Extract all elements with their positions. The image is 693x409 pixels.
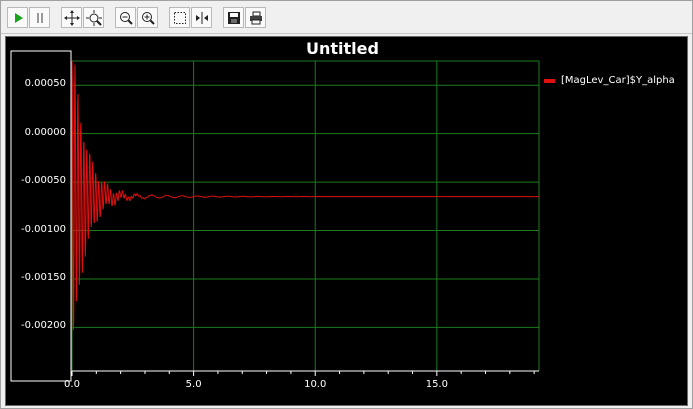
legend-label: [MagLev_Car]$Y_alpha	[561, 75, 675, 86]
select-region-button[interactable]	[169, 7, 190, 28]
save-icon	[227, 11, 240, 24]
zoom-out-button[interactable]	[115, 7, 136, 28]
y-tick-label: 0.00000	[24, 126, 66, 138]
pause-button[interactable]	[29, 7, 50, 28]
y-axis-box	[10, 50, 72, 382]
plot-area[interactable]: Untitled [MagLev_Car]$Y_alpha 0.00050 0.0…	[5, 36, 688, 406]
play-icon	[14, 12, 23, 23]
zoom-out-icon	[119, 11, 133, 25]
y-tick-label: -0.00200	[21, 320, 66, 332]
zoom-in-icon	[141, 11, 155, 25]
zoom-fit-button[interactable]	[83, 7, 104, 28]
x-tick-label: 5.0	[185, 379, 202, 390]
select-region-icon	[173, 11, 186, 24]
print-icon	[249, 11, 262, 24]
series-line	[71, 60, 539, 331]
legend: [MagLev_Car]$Y_alpha	[544, 75, 675, 86]
play-button[interactable]	[7, 7, 28, 28]
save-button[interactable]	[223, 7, 244, 28]
fit-horizontal-icon	[195, 11, 208, 24]
toolbar	[1, 1, 692, 34]
fit-horizontal-button[interactable]	[191, 7, 212, 28]
x-tick-label: 10.0	[304, 379, 327, 390]
x-tick-label: 0.0	[64, 379, 80, 390]
plot-window: Untitled [MagLev_Car]$Y_alpha 0.00050 0.0…	[0, 0, 693, 409]
print-button[interactable]	[245, 7, 266, 28]
x-tick-label: 15.0	[425, 379, 448, 390]
legend-swatch	[544, 78, 555, 83]
pan-button[interactable]	[61, 7, 82, 28]
zoom-fit-icon	[85, 9, 102, 26]
y-tick-label: -0.00150	[21, 271, 66, 283]
chart-svg[interactable]	[6, 37, 687, 405]
y-tick-label: 0.00050	[24, 78, 66, 90]
pause-icon	[36, 12, 43, 23]
zoom-in-button[interactable]	[137, 7, 158, 28]
pan-icon	[63, 9, 80, 26]
chart-title: Untitled	[306, 39, 379, 58]
y-tick-label: -0.00100	[21, 223, 66, 235]
y-tick-label: -0.00050	[21, 175, 66, 187]
